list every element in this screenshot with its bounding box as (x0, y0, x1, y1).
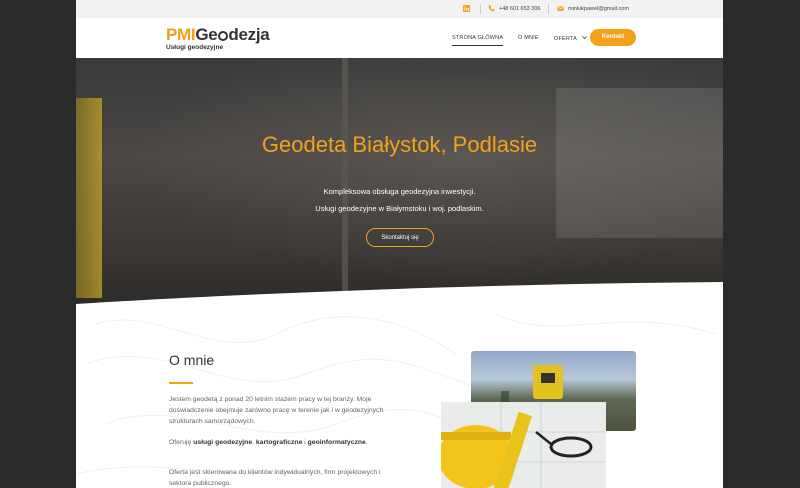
hero-title: Geodeta Białystok, Podlasie (261, 132, 538, 157)
contact-button[interactable]: Kontakt (590, 29, 636, 46)
email-link[interactable]: miniukpawel@gmail.com (557, 5, 629, 12)
site-logo[interactable]: PMIGe dezja Usługi geodezyjne (166, 25, 270, 51)
hero-subtitle-line1: Kompleksowa obsługa geodezyjna inwestycj… (323, 187, 476, 196)
nav-item-home[interactable]: STRONA GŁÓWNA (452, 35, 504, 46)
about-paragraph-3: Oferta jest skierowana do klientów indyw… (169, 469, 381, 487)
hero-pole-image (342, 58, 348, 304)
about-heading: O mnie (169, 352, 215, 368)
phone-number: +48 601 653 306 (499, 5, 541, 12)
about-paragraph-1: Jestem geodetą z ponad 20 letnim stażem … (169, 396, 384, 425)
site-header: PMIGe dezja Usługi geodezyjne STRONA GŁÓW… (76, 18, 723, 58)
linkedin-icon (463, 5, 470, 12)
hero-subtitle-line2: Usługi geodezyjne w Białymstoku i woj. p… (315, 204, 484, 213)
about-section: O mnie Jestem geodetą z ponad 20 letnim … (76, 304, 723, 488)
nav-item-offer-label: OFERTA (554, 36, 577, 42)
envelope-icon (557, 6, 564, 11)
phone-icon (488, 5, 495, 12)
nav-item-offer[interactable]: OFERTA (554, 35, 587, 42)
nav-item-about[interactable]: O MNIE (518, 35, 539, 41)
hero-banner: Geodeta Białystok, Podlasie Kompleksowa … (76, 58, 723, 304)
topbar-divider (480, 4, 481, 14)
logo-tagline: Usługi geodezyjne (166, 44, 224, 51)
topbar-divider (548, 4, 549, 14)
heading-accent-line (169, 382, 193, 384)
hard-hat-blueprint-photo (441, 402, 606, 488)
hero-survey-instrument-image (76, 98, 102, 298)
email-address: miniukpawel@gmail.com (568, 5, 629, 12)
chevron-down-icon (582, 36, 587, 40)
phone-link[interactable]: +48 601 653 306 (488, 5, 540, 12)
linkedin-link[interactable] (463, 5, 470, 12)
logo-wordmark: PMIGe dezja (166, 25, 270, 44)
hero-building-image (556, 88, 723, 238)
contact-me-button[interactable]: Skontaktuj się (366, 228, 434, 247)
about-paragraph-2: Oferuję usługi geodezyjne, kartograficzn… (169, 439, 368, 446)
browser-page: +48 601 653 306 miniukpawel@gmail.com PM… (76, 0, 723, 488)
top-contact-bar: +48 601 653 306 miniukpawel@gmail.com (76, 0, 723, 18)
